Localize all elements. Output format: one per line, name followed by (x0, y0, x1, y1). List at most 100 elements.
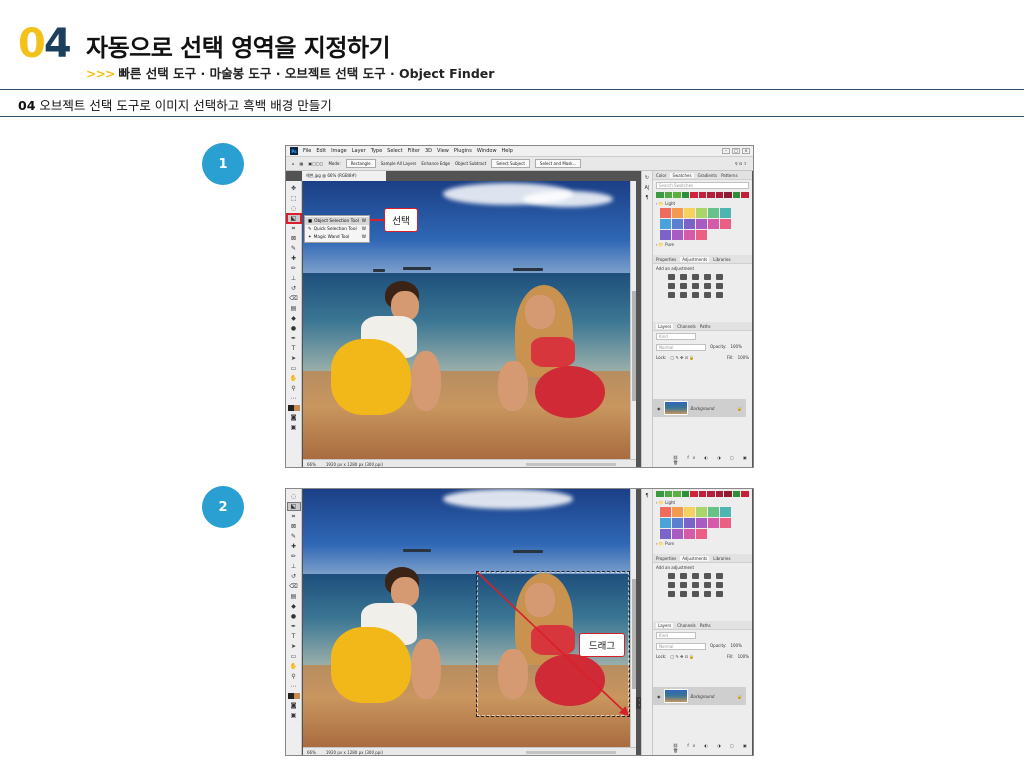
document-tab[interactable]: 해변.jpg @ 66% (RGB/8#) (302, 171, 386, 181)
swatch[interactable] (720, 518, 731, 528)
brightness-icon[interactable] (668, 573, 675, 579)
flyout-magic-wand[interactable]: ✦ Magic Wand Tool W (305, 233, 369, 241)
more-tools-icon[interactable]: ⋯ (291, 395, 297, 402)
shape-tool-icon[interactable]: ▭ (291, 653, 297, 660)
visibility-eye-icon[interactable]: ◉ (657, 694, 661, 699)
swatch[interactable] (660, 518, 671, 528)
opacity-value[interactable]: 100% (730, 643, 741, 650)
flyout-quick-selection[interactable]: ✎ Quick Selection Tool W (305, 225, 369, 233)
shape-tool-icon[interactable]: ▭ (291, 365, 297, 372)
hand-tool-icon[interactable]: ✋ (290, 375, 297, 382)
maximize-icon[interactable]: □ (732, 148, 740, 154)
swatch[interactable] (673, 491, 681, 497)
swatch[interactable] (690, 491, 698, 497)
tab-channels[interactable]: Channels (677, 324, 696, 329)
paragraph-panel-icon[interactable]: ¶ (645, 195, 648, 201)
flyout-object-selection[interactable]: ■ Object Selection Tool W (305, 217, 369, 225)
swatch[interactable] (672, 208, 683, 218)
hand-tool-icon[interactable]: ✋ (290, 663, 297, 670)
gradient-tool-icon[interactable]: ▤ (291, 305, 297, 312)
minimize-icon[interactable]: – (722, 148, 730, 154)
swatch[interactable] (708, 518, 719, 528)
zoom-tool-icon[interactable]: ⚲ (291, 385, 295, 392)
swatch[interactable] (684, 208, 695, 218)
color-swatches-icon[interactable] (287, 405, 300, 411)
type-tool-icon[interactable]: T (292, 345, 296, 352)
swatch[interactable] (720, 219, 731, 229)
lock-icons[interactable]: ▢ ✎ ✥ ⊡ 🔒 (670, 355, 694, 360)
eyedropper-tool-icon[interactable]: ✎ (291, 245, 296, 252)
tab-swatches[interactable]: Swatches (670, 172, 694, 178)
screen-mode-icon[interactable]: ▣ (291, 712, 297, 719)
menu-help[interactable]: Help (502, 148, 513, 154)
fill-value[interactable]: 100% (738, 355, 749, 360)
vibrance-icon[interactable] (716, 274, 723, 280)
healing-tool-icon[interactable]: ✚ (291, 543, 296, 550)
blend-mode-select[interactable]: Normal (656, 643, 706, 650)
swatch-group-pure[interactable]: › 📁 Pure (656, 541, 749, 546)
invert-icon[interactable] (668, 591, 675, 597)
enhance-edge-checkbox[interactable]: Enhance Edge (421, 161, 450, 166)
swatch-group-light[interactable]: › 📁 Light (656, 201, 749, 206)
levels-icon[interactable] (680, 573, 687, 579)
menu-edit[interactable]: Edit (316, 148, 326, 154)
posterize-icon[interactable] (680, 591, 687, 597)
dodge-tool-icon[interactable]: ● (291, 613, 296, 620)
layer-background-row[interactable]: ◉ Background 🔒 (653, 399, 746, 417)
swatch[interactable] (673, 192, 681, 198)
zoom-tool-icon[interactable]: ⚲ (291, 673, 295, 680)
photo-filter-icon[interactable] (704, 582, 711, 588)
lasso-tool-icon[interactable]: ◌ (291, 205, 296, 212)
frame-tool-icon[interactable]: ⊠ (291, 523, 296, 530)
canvas-vertical-scrollbar[interactable] (630, 181, 636, 460)
history-brush-icon[interactable]: ↺ (291, 573, 296, 580)
swatches-search-input[interactable]: Search Swatches (656, 182, 749, 189)
color-swatches-icon[interactable] (287, 693, 300, 699)
gradient-tool-icon[interactable]: ▤ (291, 593, 297, 600)
type-tool-icon[interactable]: T (292, 633, 296, 640)
swatch[interactable] (672, 518, 683, 528)
threshold-icon[interactable] (692, 292, 699, 298)
tab-layers[interactable]: Layers (656, 323, 674, 329)
select-subject-button[interactable]: Select Subject (491, 159, 530, 168)
swatch[interactable] (684, 518, 695, 528)
invert-icon[interactable] (668, 292, 675, 298)
stamp-tool-icon[interactable]: ⊥ (291, 275, 296, 282)
tab-libraries[interactable]: Libraries (713, 257, 730, 262)
swatch[interactable] (660, 529, 671, 539)
selective-color-icon[interactable] (716, 591, 723, 597)
brightness-icon[interactable] (668, 274, 675, 280)
gradient-map-icon[interactable] (704, 591, 711, 597)
swatch[interactable] (708, 219, 719, 229)
swatch[interactable] (720, 208, 731, 218)
tab-paths[interactable]: Paths (700, 623, 711, 628)
zoom-level[interactable]: 66% (307, 462, 316, 467)
swatch[interactable] (741, 192, 750, 198)
swatch[interactable] (690, 192, 698, 198)
close-icon[interactable]: × (742, 148, 750, 154)
swatch[interactable] (698, 491, 707, 497)
scrollbar-thumb[interactable] (632, 291, 636, 401)
frame-tool-icon[interactable]: ⊠ (291, 235, 296, 242)
tab-adjustments[interactable]: Adjustments (680, 256, 710, 262)
opacity-value[interactable]: 100% (730, 344, 741, 351)
swatch[interactable] (684, 219, 695, 229)
swatch[interactable] (696, 208, 707, 218)
swatch[interactable] (708, 507, 719, 517)
swatch-group-pure[interactable]: › 📁 Pure (656, 242, 749, 247)
eraser-tool-icon[interactable]: ⌫ (289, 583, 297, 590)
bw-icon[interactable] (692, 582, 699, 588)
healing-tool-icon[interactable]: ✚ (291, 255, 296, 262)
bw-icon[interactable] (692, 283, 699, 289)
swatch[interactable] (696, 230, 707, 240)
hue-icon[interactable] (668, 582, 675, 588)
tab-properties[interactable]: Properties (656, 257, 676, 262)
photo-filter-icon[interactable] (704, 283, 711, 289)
tool-preset-icon[interactable]: ▦ (300, 161, 304, 166)
horizontal-scrollbar[interactable] (526, 462, 616, 466)
swatch[interactable] (684, 230, 695, 240)
brush-tool-icon[interactable]: ✏ (291, 553, 296, 560)
history-panel-icon[interactable]: ↻ (645, 175, 649, 181)
swatch[interactable] (656, 491, 664, 497)
tab-paths[interactable]: Paths (700, 324, 711, 329)
